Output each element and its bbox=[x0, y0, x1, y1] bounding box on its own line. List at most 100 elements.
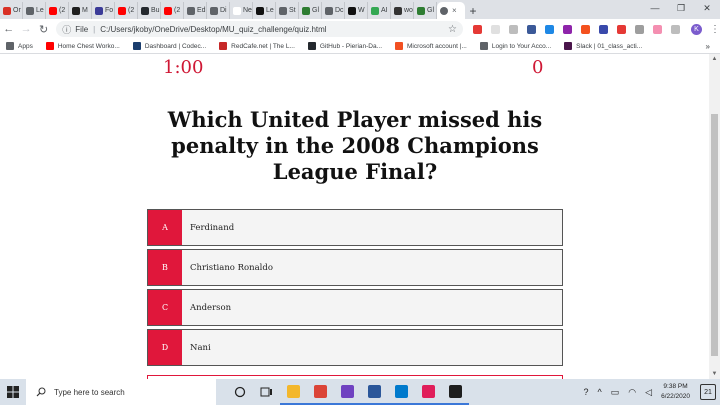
window-controls: — ❐ ✕ bbox=[642, 0, 720, 16]
extension-icon[interactable] bbox=[635, 24, 644, 34]
task-view-icon[interactable] bbox=[253, 379, 280, 405]
bookmark-item[interactable]: GitHub - Pierian-Da... bbox=[307, 42, 382, 50]
url-separator: | bbox=[93, 24, 96, 34]
bookmark-icon bbox=[479, 42, 488, 50]
vscode-icon[interactable] bbox=[388, 379, 415, 405]
bookmark-item[interactable]: Login to Your Acco... bbox=[479, 42, 551, 50]
browser-tab[interactable]: (2 bbox=[46, 2, 69, 19]
notification-icon[interactable]: 21 bbox=[700, 384, 716, 400]
taskbar-search-box[interactable]: Type here to search bbox=[26, 379, 216, 405]
browser-tab[interactable]: Bu bbox=[138, 2, 161, 19]
info-icon[interactable]: ⓘ bbox=[62, 23, 71, 36]
browser-tab[interactable]: (2 bbox=[115, 2, 138, 19]
bookmarks-overflow-icon[interactable]: » bbox=[706, 42, 710, 51]
active-browser-tab[interactable]: × bbox=[437, 2, 465, 19]
browser-tab[interactable]: St bbox=[276, 2, 299, 19]
extension-icon[interactable] bbox=[563, 24, 572, 34]
extension-icon[interactable] bbox=[581, 24, 590, 34]
extension-icon[interactable] bbox=[617, 24, 626, 34]
answer-option[interactable]: A Ferdinand bbox=[147, 209, 563, 246]
tab-favicon-icon bbox=[279, 6, 287, 15]
show-hidden-icons[interactable]: ^ bbox=[598, 387, 602, 397]
forward-icon[interactable]: → bbox=[17, 23, 34, 35]
bookmark-item[interactable]: Apps bbox=[6, 42, 33, 50]
extension-icon[interactable] bbox=[671, 24, 680, 34]
extension-icon[interactable] bbox=[545, 24, 554, 34]
extension-icon[interactable] bbox=[653, 24, 662, 34]
cortana-icon[interactable] bbox=[226, 379, 253, 405]
bookmark-item[interactable]: RedCafe.net | The L... bbox=[219, 42, 295, 50]
answer-option[interactable]: C Anderson bbox=[147, 289, 563, 326]
score: 0 bbox=[532, 57, 544, 78]
browser-tab[interactable]: Gl bbox=[299, 2, 322, 19]
tab-favicon-icon bbox=[440, 6, 448, 15]
close-window-icon[interactable]: ✕ bbox=[694, 0, 720, 16]
address-bar[interactable]: ⓘ File | C:/Users/jkoby/OneDrive/Desktop… bbox=[56, 21, 463, 37]
answer-option[interactable]: D Nani bbox=[147, 329, 563, 366]
browser-tab[interactable]: New T bbox=[230, 2, 253, 19]
page-scrollbar[interactable]: ▲ ▼ bbox=[709, 54, 720, 379]
slack-icon[interactable] bbox=[415, 379, 442, 405]
bookmark-item[interactable]: Home Chest Worko... bbox=[45, 42, 120, 50]
extension-icon[interactable] bbox=[473, 24, 482, 34]
question-text: Which United Player missed his penalty i… bbox=[167, 107, 543, 184]
scroll-up-icon[interactable]: ▲ bbox=[709, 54, 720, 64]
file-explorer-icon[interactable] bbox=[280, 379, 307, 405]
scroll-thumb[interactable] bbox=[711, 114, 718, 356]
volume-icon[interactable]: ◁ bbox=[645, 387, 652, 398]
profile-avatar[interactable]: K bbox=[691, 23, 702, 35]
battery-icon[interactable]: ▭ bbox=[611, 387, 620, 398]
browser-tab[interactable]: Le bbox=[23, 2, 46, 19]
browser-tab[interactable]: (2 bbox=[161, 2, 184, 19]
minimize-icon[interactable]: — bbox=[642, 0, 668, 16]
browser-tab[interactable]: M bbox=[69, 2, 92, 19]
help-icon[interactable]: ? bbox=[584, 387, 589, 397]
browser-tab[interactable]: Le bbox=[253, 2, 276, 19]
clock[interactable]: 9:38 PM 6/22/2020 bbox=[661, 382, 690, 402]
menu-dots-icon[interactable]: ⋮ bbox=[710, 24, 720, 35]
chrome-icon[interactable] bbox=[307, 379, 334, 405]
app-glyph bbox=[368, 384, 381, 398]
bookmark-icon bbox=[307, 42, 316, 50]
bookmark-star-icon[interactable]: ☆ bbox=[448, 24, 457, 35]
maximize-icon[interactable]: ❐ bbox=[668, 0, 694, 16]
bookmark-icon bbox=[6, 42, 14, 50]
browser-tab[interactable]: Gl bbox=[414, 2, 437, 19]
extension-icon[interactable] bbox=[491, 24, 500, 34]
bookmark-item[interactable]: Slack | 01_class_acti... bbox=[564, 42, 642, 50]
tab-label: (2 bbox=[59, 7, 66, 14]
wifi-icon[interactable]: ◠ bbox=[628, 387, 636, 398]
tab-favicon-icon bbox=[210, 6, 218, 15]
terminal-icon[interactable] bbox=[442, 379, 469, 405]
bookmark-item[interactable]: Dashboard | Codec... bbox=[132, 42, 206, 50]
browser-tab[interactable]: Di bbox=[207, 2, 230, 19]
answer-option[interactable]: B Christiano Ronaldo bbox=[147, 249, 563, 286]
quiz-page: 1:00 0 Which United Player missed his pe… bbox=[0, 54, 709, 379]
start-button[interactable] bbox=[0, 379, 26, 405]
browser-tab[interactable]: wo bbox=[391, 2, 414, 19]
github-desktop-icon[interactable] bbox=[334, 379, 361, 405]
tab-label: Dc bbox=[335, 7, 344, 14]
browser-tab[interactable]: Ed bbox=[184, 2, 207, 19]
browser-tab[interactable]: Dc bbox=[322, 2, 345, 19]
tab-label: Le bbox=[266, 7, 274, 14]
browser-tab[interactable]: Or bbox=[0, 2, 23, 19]
clock-time: 9:38 PM bbox=[663, 383, 688, 390]
extension-icon[interactable] bbox=[599, 24, 608, 34]
new-tab-button[interactable]: + bbox=[465, 2, 481, 19]
tab-favicon-icon bbox=[187, 6, 195, 15]
bookmark-item[interactable]: Microsoft account |... bbox=[395, 42, 467, 50]
browser-tab[interactable]: W bbox=[345, 2, 368, 19]
browser-tab[interactable]: AI bbox=[368, 2, 391, 19]
word-icon[interactable] bbox=[361, 379, 388, 405]
tab-favicon-icon bbox=[26, 6, 34, 15]
scroll-down-icon[interactable]: ▼ bbox=[709, 369, 720, 379]
reload-icon[interactable]: ↻ bbox=[35, 23, 52, 36]
extension-icon[interactable] bbox=[509, 24, 518, 34]
browser-tab[interactable]: Fo bbox=[92, 2, 115, 19]
back-icon[interactable]: ← bbox=[0, 23, 17, 35]
extension-icon[interactable] bbox=[527, 24, 536, 34]
option-letter: C bbox=[148, 290, 182, 325]
close-tab-icon[interactable]: × bbox=[452, 6, 457, 15]
tab-favicon-icon bbox=[164, 6, 172, 15]
